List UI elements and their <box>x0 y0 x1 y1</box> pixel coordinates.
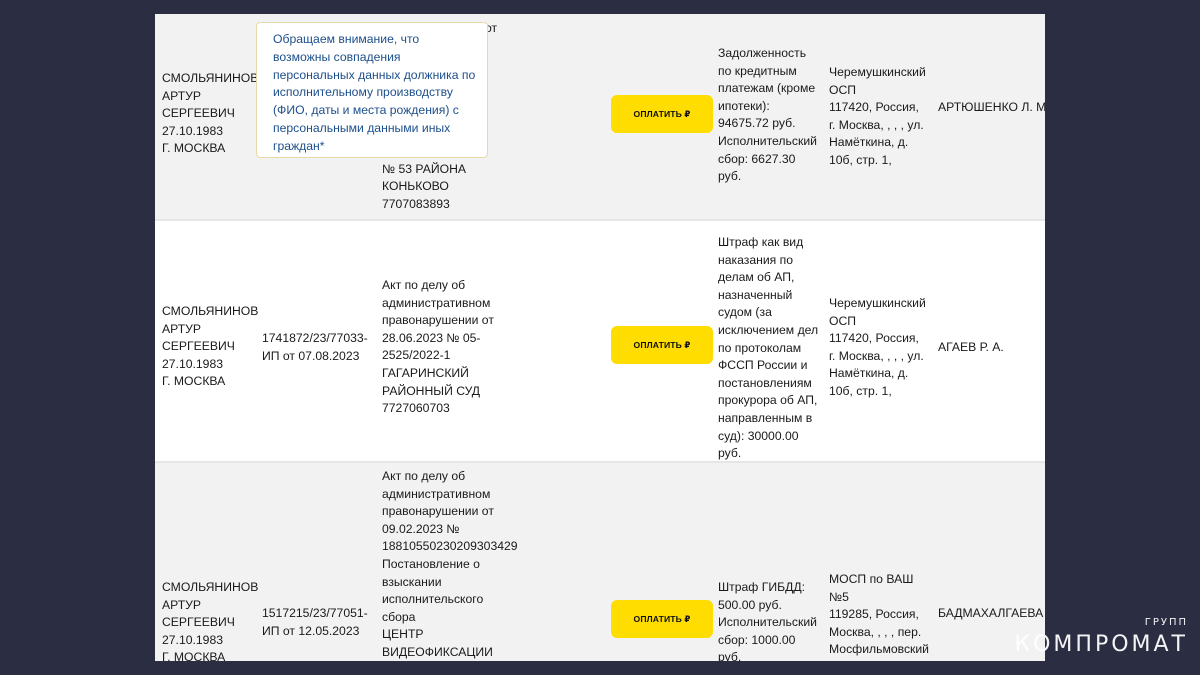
subject-cell: Задолженность по кредитным платежам (кро… <box>718 46 817 184</box>
executor-cell: АРТЮШЕНКО Л. М. <box>938 100 1045 114</box>
tooltip-text: Обращаем внимание, что возможны совпаден… <box>273 32 476 153</box>
subject-cell: Штраф как вид наказания по делам об АП, … <box>718 235 819 461</box>
watermark-logo: ГРУПП КОМПРОМАТ <box>1014 617 1188 657</box>
pay-button[interactable]: ОПЛАТИТЬ ₽ <box>611 326 713 364</box>
department-cell: МОСП по ВАШ №5 119285, Россия, Москва, ,… <box>829 572 929 661</box>
subject-cell: Штраф ГИБДД: 500.00 руб. Исполнительский… <box>718 580 817 661</box>
document-cell: Акт по делу об административном правонар… <box>382 278 494 416</box>
proceeding-cell: 1517215/23/77051- ИП от 12.05.2023 <box>262 606 368 638</box>
pay-button[interactable]: ОПЛАТИТЬ ₽ <box>611 600 713 638</box>
table-row: СМОЛЬЯНИНОВ АРТУР СЕРГЕЕВИЧ 27.10.1983 Г… <box>155 221 1045 461</box>
watermark-main: КОМПРОМАТ <box>1014 632 1188 657</box>
debtor-cell: СМОЛЬЯНИНОВ АРТУР СЕРГЕЕВИЧ 27.10.1983 Г… <box>162 580 259 661</box>
personal-data-notice-tooltip: Обращаем внимание, что возможны совпаден… <box>256 22 488 158</box>
debtor-cell: СМОЛЬЯНИНОВ АРТУР СЕРГЕЕВИЧ 27.10.1983 Г… <box>162 71 259 156</box>
pay-button[interactable]: ОПЛАТИТЬ ₽ <box>611 95 713 133</box>
table-row: СМОЛЬЯНИНОВ АРТУР СЕРГЕЕВИЧ 27.10.1983 Г… <box>155 463 1045 661</box>
executor-cell: АГАЕВ Р. А. <box>938 340 1004 354</box>
proceeding-cell: 1741872/23/77033- ИП от 07.08.2023 <box>262 331 368 363</box>
executor-cell: БАДМАХАЛГАЕВА А. Т. <box>938 606 1045 620</box>
watermark-sub: ГРУПП <box>1144 617 1188 628</box>
department-cell: Черемушкинский ОСП 117420, Россия, г. Мо… <box>829 65 926 167</box>
debtor-cell: СМОЛЬЯНИНОВ АРТУР СЕРГЕЕВИЧ 27.10.1983 Г… <box>162 304 259 389</box>
department-cell: Черемушкинский ОСП 117420, Россия, г. Мо… <box>829 296 926 398</box>
document-cell: Акт по делу об административном правонар… <box>382 469 518 659</box>
